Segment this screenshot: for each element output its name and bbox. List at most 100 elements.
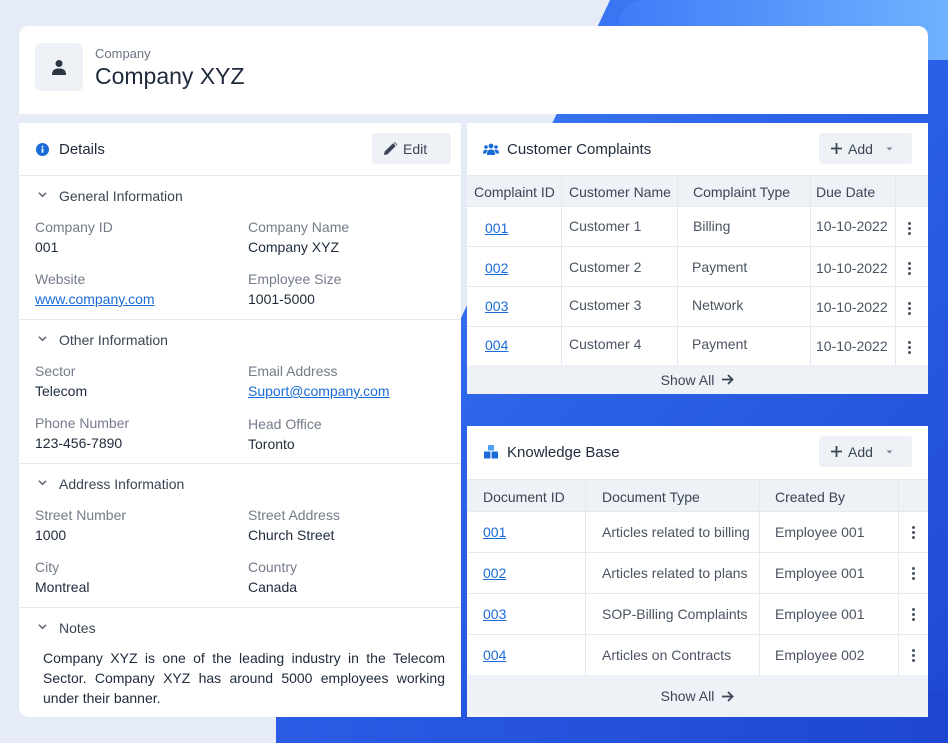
user-icon	[52, 60, 66, 75]
col-customer-name[interactable]: Customer Name	[569, 184, 671, 200]
pencil-icon	[384, 142, 397, 155]
sector-label: Sector	[35, 363, 76, 379]
document-type-cell: Articles related to billing	[602, 524, 750, 540]
add-button-label: Add	[848, 140, 873, 157]
email-link[interactable]: Suport@company.com	[248, 383, 390, 399]
complaint-id-link[interactable]: 001	[485, 220, 508, 236]
column-separator	[895, 175, 896, 365]
column-separator	[810, 175, 811, 365]
complaints-show-all-link[interactable]: Show All	[467, 365, 928, 394]
column-separator	[677, 175, 678, 365]
edit-button-label: Edit	[403, 140, 428, 157]
notes-text: Company XYZ is one of the leading indust…	[43, 650, 445, 706]
page-title: Company XYZ	[95, 63, 245, 89]
details-title: Details	[59, 141, 105, 158]
complaint-type-cell: Payment	[692, 259, 748, 275]
city-value: Montreal	[35, 579, 90, 595]
complaint-id-link[interactable]: 002	[485, 260, 508, 276]
chevron-down-icon	[38, 480, 47, 486]
add-document-button[interactable]: Add	[819, 436, 912, 467]
section-address-title: Address Information	[59, 476, 185, 492]
row-divider	[467, 246, 928, 247]
col-document-type[interactable]: Document Type	[602, 489, 700, 505]
complaints-header: Customer Complaints Add	[467, 123, 928, 176]
head-office-label: Head Office	[248, 416, 322, 432]
row-menu-kebab-icon[interactable]	[911, 567, 915, 581]
section-other-toggle[interactable]: Other Information	[19, 320, 461, 360]
row-menu-kebab-icon[interactable]	[911, 649, 915, 663]
arrow-right-icon	[722, 374, 735, 385]
document-type-cell: Articles on Contracts	[602, 647, 732, 663]
company-id-label: Company ID	[35, 219, 113, 235]
country-label: Country	[248, 559, 298, 575]
customer-name-cell: Customer 3	[569, 297, 642, 313]
employee-size-value: 1001-5000	[248, 291, 315, 307]
chevron-down-icon	[38, 192, 47, 198]
city-label: City	[35, 559, 60, 575]
document-id-link[interactable]: 002	[483, 565, 506, 581]
website-link[interactable]: www.company.com	[35, 291, 155, 307]
column-separator	[561, 175, 562, 365]
phone-label: Phone Number	[35, 415, 130, 431]
street-number-value: 1000	[35, 527, 67, 543]
section-notes-toggle[interactable]: Notes	[19, 608, 461, 648]
col-document-id[interactable]: Document ID	[483, 489, 565, 505]
created-by-cell: Employee 001	[775, 524, 865, 540]
section-general-toggle[interactable]: General Information	[19, 176, 461, 216]
cubes-icon	[484, 445, 498, 459]
col-created-by[interactable]: Created By	[775, 489, 845, 505]
details-header: Details Edit	[19, 123, 461, 176]
row-menu-kebab-icon[interactable]	[911, 608, 915, 622]
details-panel: Details Edit General Information Company…	[19, 123, 461, 717]
section-notes-title: Notes	[59, 620, 96, 636]
complaints-panel: Customer Complaints Add Complaint ID Cus…	[467, 123, 928, 394]
employee-size-label: Employee Size	[248, 271, 342, 287]
section-address-toggle[interactable]: Address Information	[19, 464, 461, 504]
col-complaint-id[interactable]: Complaint ID	[474, 184, 555, 200]
customer-name-cell: Customer 4	[569, 336, 642, 352]
knowledge-base-header: Knowledge Base Add	[467, 426, 928, 479]
row-divider	[467, 286, 928, 287]
knowledge-base-panel: Knowledge Base Add Document ID Document …	[467, 426, 928, 717]
document-id-link[interactable]: 001	[483, 524, 506, 540]
created-by-cell: Employee 001	[775, 565, 865, 581]
complaints-title: Customer Complaints	[507, 141, 652, 158]
column-separator	[759, 479, 760, 675]
row-menu-kebab-icon[interactable]	[907, 302, 911, 316]
document-id-link[interactable]: 004	[483, 647, 506, 663]
due-date-cell: 10-10-2022	[816, 299, 888, 315]
due-date-cell: 10-10-2022	[816, 338, 888, 354]
document-id-link[interactable]: 003	[483, 606, 506, 622]
document-type-cell: Articles related to plans	[602, 565, 748, 581]
row-menu-kebab-icon[interactable]	[907, 222, 911, 236]
knowledge-base-title: Knowledge Base	[507, 444, 620, 461]
add-button-label: Add	[848, 443, 873, 460]
created-by-cell: Employee 001	[775, 606, 865, 622]
col-complaint-type[interactable]: Complaint Type	[693, 184, 790, 200]
row-menu-kebab-icon[interactable]	[911, 526, 915, 540]
row-menu-kebab-icon[interactable]	[907, 341, 911, 355]
chevron-down-icon	[38, 624, 47, 630]
chevron-down-icon	[38, 336, 47, 342]
street-address-value: Church Street	[248, 527, 335, 543]
knowledge-base-show-all-link[interactable]: Show All	[467, 675, 928, 717]
users-icon	[483, 143, 499, 155]
section-general-title: General Information	[59, 188, 183, 204]
complaint-id-link[interactable]: 003	[485, 298, 508, 314]
sector-value: Telecom	[35, 383, 88, 399]
add-complaint-button[interactable]: Add	[819, 133, 912, 164]
edit-button[interactable]: Edit	[372, 133, 451, 164]
website-label: Website	[35, 271, 86, 287]
column-separator	[898, 479, 899, 675]
company-name-label: Company Name	[248, 219, 350, 235]
complaint-id-link[interactable]: 004	[485, 337, 508, 353]
company-name-value: Company XYZ	[248, 239, 340, 255]
street-number-label: Street Number	[35, 507, 127, 523]
due-date-cell: 10-10-2022	[816, 218, 888, 234]
complaint-type-cell: Billing	[693, 218, 731, 234]
col-due-date[interactable]: Due Date	[816, 184, 875, 200]
row-divider	[467, 593, 928, 594]
row-menu-kebab-icon[interactable]	[907, 262, 911, 276]
country-value: Canada	[248, 579, 298, 595]
plus-icon	[831, 446, 842, 457]
